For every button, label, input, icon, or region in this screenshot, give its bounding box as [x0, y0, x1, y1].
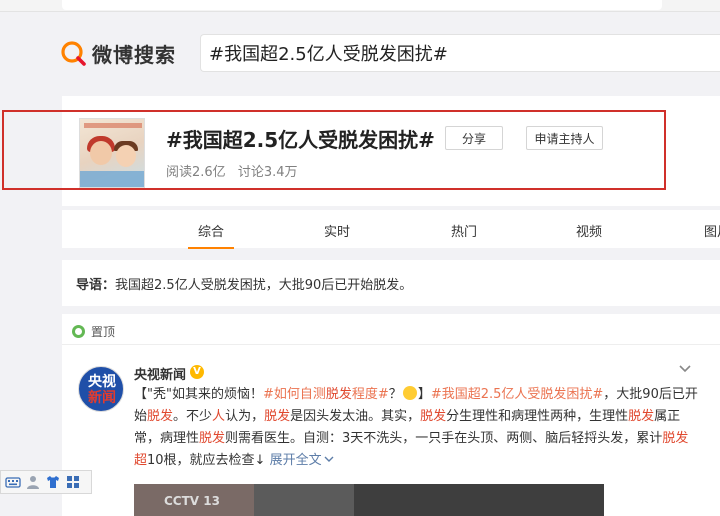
expand-chevron-icon — [324, 456, 334, 462]
tab-hot[interactable]: 热门 — [451, 221, 477, 240]
search-header: 微博搜索 — [0, 12, 720, 94]
highlight-frame — [2, 110, 666, 190]
expand-full-text-link[interactable]: 展开全文 — [270, 453, 334, 468]
pinned-marker: 置顶 — [72, 322, 115, 340]
browser-tab-strip — [0, 0, 720, 12]
keyword-highlight: 脱发 — [628, 409, 655, 424]
smile-emoji-icon — [402, 386, 417, 400]
logo-text: 微博搜索 — [92, 42, 176, 67]
post-text-segment: 】 — [417, 387, 431, 402]
pinned-label: 置顶 — [91, 324, 116, 339]
video-channel-logo: CCTV 13 — [164, 494, 220, 508]
post-text-segment: ？ — [388, 387, 402, 402]
avatar-text-bottom: 新闻 — [88, 390, 116, 406]
keyword-highlight: 脱发 — [264, 409, 291, 424]
shirt-icon[interactable] — [45, 474, 61, 490]
post-text-segment: 认为， — [225, 409, 265, 424]
pin-icon — [72, 324, 85, 338]
post-text-segment: 【"秃"如其来的烦恼！ — [134, 387, 263, 402]
result-tabs: 综合 实时 热门 视频 图片 — [62, 210, 720, 249]
weibo-search-logo[interactable]: 微博搜索 — [60, 38, 176, 68]
hashtag-text-end: 程度# — [351, 387, 389, 402]
verified-badge-icon — [190, 365, 204, 379]
keyword-highlight: 脱发 — [662, 431, 689, 446]
post-text-segment: 则需看医生。自测：3天不洗头，一只手在头顶、两侧、脑后轻捋头发，累计 — [225, 431, 663, 446]
post-text-segment: 分生理性和病理性两种，生理性 — [446, 409, 629, 424]
keyboard-icon[interactable] — [5, 474, 21, 490]
post-text-segment: 是因头发太油。其实， — [290, 409, 421, 424]
search-logo-icon — [61, 41, 86, 66]
keyword-highlight: 脱发 — [199, 431, 226, 446]
topic-guide: 导语：我国超2.5亿人受脱发困扰，大批90后已开始脱发。 — [62, 260, 720, 306]
keyword-highlight: 脱发 — [420, 409, 447, 424]
keyword-highlight: 脱发 — [147, 409, 174, 424]
grid-icon[interactable] — [65, 474, 81, 490]
video-frame-shade — [354, 484, 604, 516]
divider — [62, 344, 720, 345]
hashtag-link[interactable]: #如何自测脱发程度# — [263, 387, 389, 402]
expand-label: 展开全文 — [269, 453, 322, 468]
tab-images[interactable]: 图片 — [704, 221, 720, 240]
input-method-toolbar — [0, 470, 92, 494]
browser-tab[interactable] — [62, 0, 662, 10]
post-text-segment: 10根，就应去检查↓ — [147, 453, 266, 468]
post-text: 【"秃"如其来的烦恼！#如何自测脱发程度#？ 】#我国超2.5亿人受脱发困扰#，大… — [134, 384, 700, 472]
guide-label: 导语： — [76, 278, 116, 293]
chevron-down-icon[interactable] — [678, 362, 692, 376]
user-icon[interactable] — [25, 474, 41, 490]
search-input[interactable] — [209, 42, 712, 64]
author-name[interactable]: 央视新闻 — [134, 364, 186, 383]
avatar-text-top: 央视 — [88, 374, 116, 390]
keyword-highlight: 脱发 — [325, 387, 352, 402]
keyword-highlight: 人 — [212, 409, 226, 424]
search-box[interactable] — [200, 34, 720, 72]
tab-video[interactable]: 视频 — [576, 221, 602, 240]
guide-text: 我国超2.5亿人受脱发困扰，大批90后已开始脱发。 — [115, 278, 413, 293]
hashtag-text: #如何自测 — [262, 387, 326, 402]
keyword-highlight: 超 — [134, 453, 148, 468]
tab-comprehensive[interactable]: 综合 — [187, 221, 235, 249]
topic-hashtag-link[interactable]: #我国超2.5亿人受脱发困扰# — [431, 387, 603, 402]
post-text-segment: 。不少 — [173, 409, 213, 424]
video-player[interactable]: CCTV 13 — [134, 484, 604, 516]
tab-realtime[interactable]: 实时 — [324, 221, 350, 240]
author-avatar[interactable]: 央视 新闻 — [78, 366, 124, 412]
